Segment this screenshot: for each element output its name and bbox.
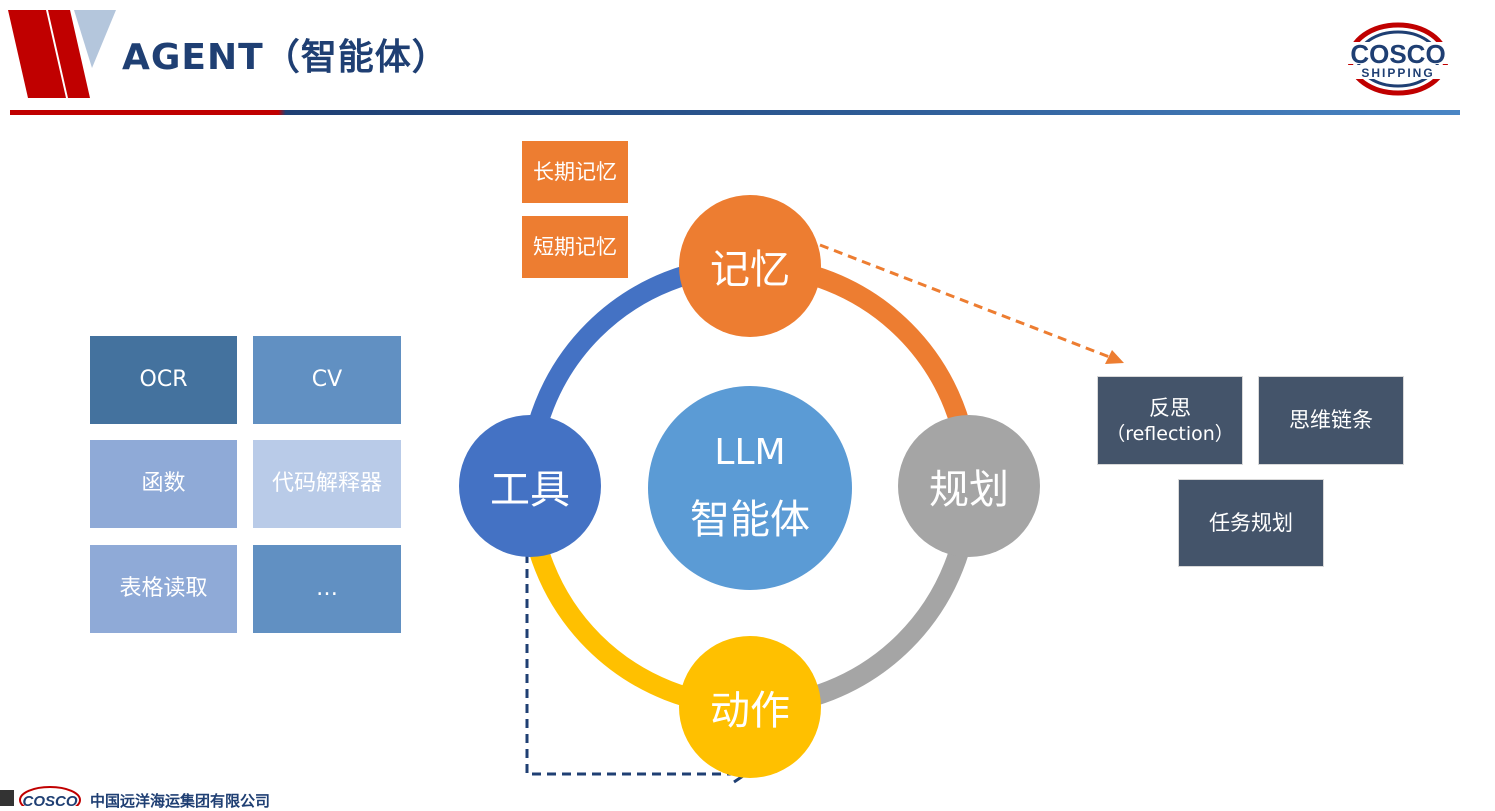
node-memory: 记忆 xyxy=(679,195,821,337)
reflection-label: 反思 xyxy=(1149,395,1191,420)
reflection-sublabel: （reflection） xyxy=(1106,422,1234,445)
footer-company-name: 中国远洋海运集团有限公司 xyxy=(90,792,271,810)
node-tools: 工具 xyxy=(459,415,601,557)
center-agent-label: 智能体 xyxy=(690,496,810,543)
planning-reflection: 反思 （reflection） xyxy=(1097,376,1243,465)
planning-task-planning: 任务规划 xyxy=(1178,479,1324,567)
node-action: 动作 xyxy=(679,636,821,778)
node-planning: 规划 xyxy=(898,415,1040,557)
planning-chain-of-thought: 思维链条 xyxy=(1258,376,1404,465)
center-llm-label: LLM xyxy=(714,431,786,473)
center-llm-agent: LLM 智能体 xyxy=(648,386,852,590)
svg-text:COSCO: COSCO xyxy=(22,793,77,806)
